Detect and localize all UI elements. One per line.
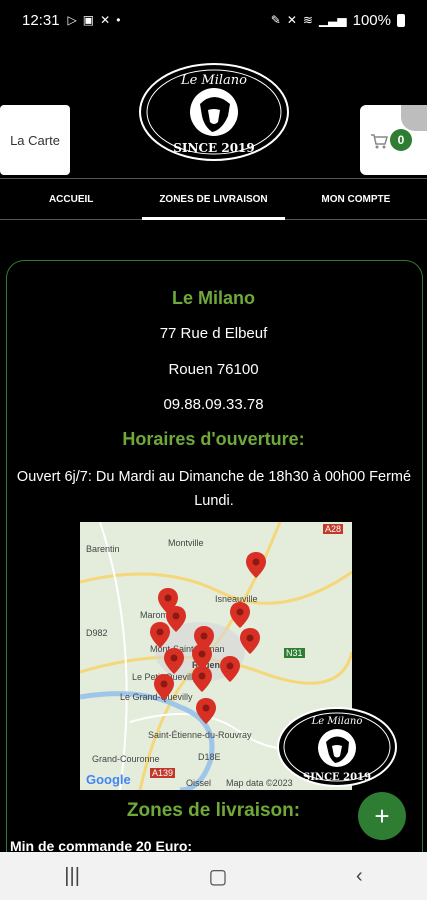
cart-count-badge: 0	[390, 129, 412, 151]
map-pin-icon[interactable]	[230, 602, 250, 628]
map-pin-icon[interactable]	[150, 622, 170, 648]
map-label-n31: N31	[284, 648, 305, 658]
cart-button[interactable]: 0	[360, 105, 427, 175]
map-label-montville: Montville	[168, 538, 204, 548]
play-icon: ▷	[67, 13, 77, 27]
la-carte-button[interactable]: La Carte	[0, 105, 70, 175]
restaurant-phone[interactable]: 09.88.09.33.78	[0, 396, 427, 413]
app-header: La Carte Le Milano SINCE 2019 0	[0, 40, 427, 180]
le-milano-logo[interactable]: Le Milano SINCE 2019	[138, 62, 290, 162]
map-label-oissel: Oissel	[186, 778, 212, 788]
map-pin-icon[interactable]	[220, 656, 240, 682]
status-time: 12:31	[22, 11, 60, 29]
restaurant-street: 77 Rue d Elbeuf	[159, 325, 268, 342]
cart-icon	[371, 134, 388, 149]
system-nav-bar: ||| ▢ ‹	[0, 852, 427, 900]
map-label-d982: D982	[86, 628, 108, 638]
map-label-barentin: Barentin	[86, 544, 120, 554]
tab-mon-compte[interactable]: MON COMPTE	[285, 179, 427, 219]
restaurant-city: Rouen 76100	[168, 361, 259, 378]
pen-icon: ✎	[270, 13, 281, 27]
floating-logo-since: SINCE 2019	[303, 772, 371, 783]
notification-icons: ▷ ▣ ✕ •	[68, 13, 121, 27]
floating-logo-name: Le Milano	[311, 716, 363, 727]
status-bar: 12:31 ▷ ▣ ✕ • ✎ ✕ ≋ ▁▃▅ 100%	[0, 0, 427, 40]
plus-icon: +	[374, 800, 390, 831]
logo-name: Le Milano	[180, 73, 247, 88]
edit-pencil-icon[interactable]	[401, 105, 427, 131]
floating-logo[interactable]: Le Milano SINCE 2019	[276, 706, 398, 788]
map-label-a28: A28	[323, 524, 344, 534]
tab-bar: ACCUEIL ZONES DE LIVRAISON MON COMPTE	[0, 178, 427, 220]
map-pin-icon[interactable]	[246, 552, 266, 578]
map-label-grand-couronne: Grand-Couronne	[92, 754, 160, 764]
map-pin-icon[interactable]	[154, 674, 174, 700]
tab-accueil[interactable]: ACCUEIL	[0, 179, 142, 219]
signal-icon: ▁▃▅	[318, 13, 347, 27]
map-label-saint-etienne: Saint-Étienne-du-Rouvray	[148, 730, 252, 740]
map-pin-icon[interactable]	[240, 628, 260, 654]
map-label-d18e: D18E	[198, 752, 221, 762]
app-icon: ▣	[82, 13, 95, 27]
map-pin-icon[interactable]	[196, 698, 216, 724]
recent-apps-icon[interactable]: |||	[64, 865, 80, 888]
home-icon[interactable]: ▢	[209, 864, 228, 889]
google-logo: Google	[86, 772, 131, 787]
hours-title: Horaires d'ouverture:	[122, 429, 305, 449]
mute-icon: ✕	[286, 13, 297, 27]
battery-icon	[397, 13, 405, 27]
wifi-icon: ≋	[302, 13, 313, 27]
x-icon: ✕	[100, 13, 111, 27]
hours-text: Ouvert 6j/7: Du Mardi au Dimanche de 18h…	[16, 469, 412, 509]
add-fab-button[interactable]: +	[358, 792, 406, 840]
battery-percent: 100%	[352, 11, 391, 29]
map-label-a139: A139	[150, 768, 176, 778]
logo-since: SINCE 2019	[173, 141, 255, 155]
restaurant-name: Le Milano	[171, 288, 255, 308]
map-pin-icon[interactable]	[192, 666, 212, 692]
tab-zones-de-livraison[interactable]: ZONES DE LIVRAISON	[142, 179, 285, 220]
back-icon[interactable]: ‹	[356, 865, 363, 888]
dot-icon: •	[116, 13, 121, 27]
map-pin-icon[interactable]	[164, 648, 184, 674]
